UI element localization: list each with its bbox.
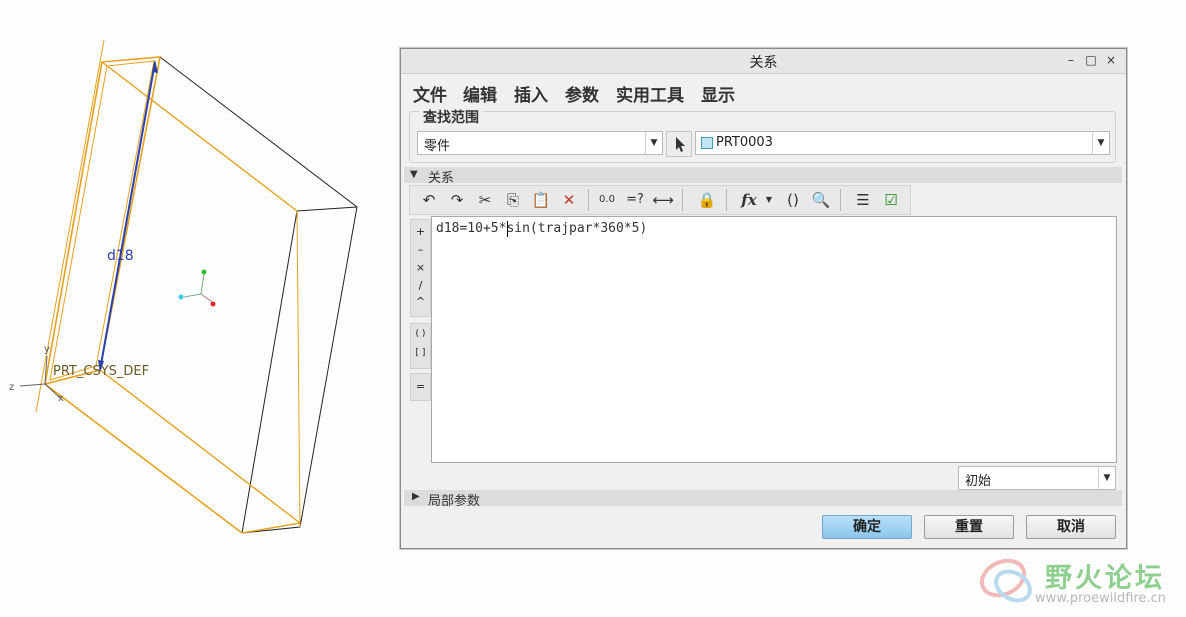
chevron-down-icon: ▼ bbox=[1092, 132, 1109, 154]
menu-bar: 文件 编辑 插入 参数 实用工具 显示 bbox=[403, 75, 1123, 109]
toolbar-separator bbox=[588, 189, 589, 211]
multiply-operator[interactable]: × bbox=[411, 261, 430, 274]
model-viewport[interactable]: d18 PRT_CSYS_DEF y z x bbox=[0, 0, 400, 617]
csys-axis-x-label: x bbox=[58, 393, 64, 404]
menu-display[interactable]: 显示 bbox=[701, 81, 735, 106]
reset-button[interactable]: 重置 bbox=[924, 515, 1014, 539]
verify-checkbox-icon[interactable]: ☑ bbox=[880, 189, 902, 211]
relation-line: d18=10+5*sin(trajpar*360*5) bbox=[436, 221, 648, 236]
brackets-operator[interactable]: [ ] bbox=[411, 348, 430, 358]
scope-type-select[interactable]: 零件 ▼ bbox=[417, 131, 663, 155]
verify-params-icon[interactable]: 🔍 bbox=[810, 189, 832, 211]
relations-section-label: 关系 bbox=[428, 171, 455, 186]
maximize-button[interactable]: □ bbox=[1083, 52, 1099, 68]
delete-icon[interactable]: ✕ bbox=[558, 189, 580, 211]
bracket-operators: ( ) [ ] bbox=[410, 323, 431, 369]
plus-operator[interactable]: + bbox=[411, 225, 430, 238]
parentheses-icon[interactable]: () bbox=[782, 189, 804, 211]
units-value: 初始 bbox=[965, 474, 992, 489]
text-caret bbox=[507, 221, 508, 237]
show-values-icon[interactable]: 0.0 bbox=[596, 189, 618, 211]
minus-operator[interactable]: – bbox=[411, 243, 430, 256]
divide-operator[interactable]: / bbox=[411, 279, 430, 292]
minimize-button[interactable]: – bbox=[1063, 52, 1079, 68]
paste-icon[interactable]: 📋 bbox=[530, 189, 552, 211]
csys-axis-y-label: y bbox=[44, 344, 50, 355]
csys-axis-z-label: z bbox=[9, 382, 15, 393]
toolbar-separator bbox=[726, 189, 727, 211]
toolbar-separator bbox=[840, 189, 841, 211]
menu-parameters[interactable]: 参数 bbox=[565, 81, 599, 106]
evaluate-icon[interactable]: =? bbox=[624, 189, 646, 211]
watermark-url: www.proewildfire.cn bbox=[1035, 591, 1166, 606]
function-dropdown-icon[interactable]: ▼ bbox=[758, 189, 780, 211]
expand-triangle-icon: ▶ bbox=[412, 491, 420, 502]
equals-operator[interactable]: = bbox=[411, 380, 430, 393]
dimension-toggle-icon[interactable]: ⟷ bbox=[652, 189, 674, 211]
power-operator[interactable]: ^ bbox=[411, 295, 430, 308]
part-icon bbox=[701, 137, 713, 149]
parentheses-operator[interactable]: ( ) bbox=[411, 329, 430, 339]
relations-toolbar: ↶ ↷ ✂ ⎘ 📋 ✕ 0.0 =? ⟷ 🔒 fx ▼ () 🔍 ☰ ☑ bbox=[409, 185, 911, 215]
cursor-arrow-icon bbox=[676, 137, 685, 152]
relations-section-header[interactable]: ▼ 关系 bbox=[404, 167, 1122, 186]
operator-bar: + – × / ^ ( ) [ ] = bbox=[410, 219, 431, 401]
scope-type-value: 零件 bbox=[424, 139, 451, 154]
watermark-text: 野火论坛 bbox=[1045, 563, 1165, 594]
select-object-button[interactable] bbox=[666, 131, 692, 157]
csys-label: PRT_CSYS_DEF bbox=[53, 364, 150, 379]
menu-file[interactable]: 文件 bbox=[413, 81, 447, 106]
dialog-title: 关系 bbox=[749, 55, 778, 71]
cancel-button[interactable]: 取消 bbox=[1026, 515, 1116, 539]
forum-watermark: 野火论坛 www.proewildfire.cn bbox=[975, 550, 1180, 612]
scope-object-value: PRT0003 bbox=[716, 135, 773, 150]
chevron-down-icon: ▼ bbox=[1098, 467, 1115, 489]
collapse-triangle-icon: ▼ bbox=[410, 169, 418, 180]
ok-button[interactable]: 确定 bbox=[822, 515, 912, 539]
menu-insert[interactable]: 插入 bbox=[514, 81, 548, 106]
lookup-scope-legend: 查找范围 bbox=[419, 107, 483, 127]
scope-object-select[interactable]: PRT0003 ▼ bbox=[695, 131, 1110, 155]
local-params-label: 局部参数 bbox=[428, 494, 481, 509]
units-select[interactable]: 初始 ▼ bbox=[958, 466, 1116, 490]
list-icon[interactable]: ☰ bbox=[852, 189, 874, 211]
dimension-d18-label[interactable]: d18 bbox=[107, 248, 134, 264]
menu-utilities[interactable]: 实用工具 bbox=[616, 81, 684, 106]
local-params-section-header[interactable]: ▶ 局部参数 bbox=[404, 490, 1122, 509]
title-bar[interactable]: 关系 – □ × bbox=[401, 49, 1126, 74]
redo-icon[interactable]: ↷ bbox=[446, 189, 468, 211]
function-icon[interactable]: fx bbox=[738, 189, 760, 211]
menu-edit[interactable]: 编辑 bbox=[463, 81, 497, 106]
copy-icon[interactable]: ⎘ bbox=[502, 189, 524, 211]
arithmetic-operators: + – × / ^ bbox=[410, 219, 431, 317]
relations-dialog: 关系 – □ × 文件 编辑 插入 参数 实用工具 显示 查找范围 零件 ▼ P… bbox=[400, 48, 1127, 549]
wireframe-box bbox=[19, 39, 358, 534]
undo-icon[interactable]: ↶ bbox=[418, 189, 440, 211]
equals-operator-group: = bbox=[410, 373, 431, 401]
chevron-down-icon: ▼ bbox=[645, 132, 662, 154]
sort-relations-icon[interactable]: 🔒 bbox=[696, 189, 718, 211]
toolbar-separator bbox=[682, 189, 683, 211]
close-button[interactable]: × bbox=[1103, 52, 1119, 68]
relations-editor[interactable]: d18=10+5*sin(trajpar*360*5) bbox=[431, 216, 1117, 463]
cut-icon[interactable]: ✂ bbox=[474, 189, 496, 211]
